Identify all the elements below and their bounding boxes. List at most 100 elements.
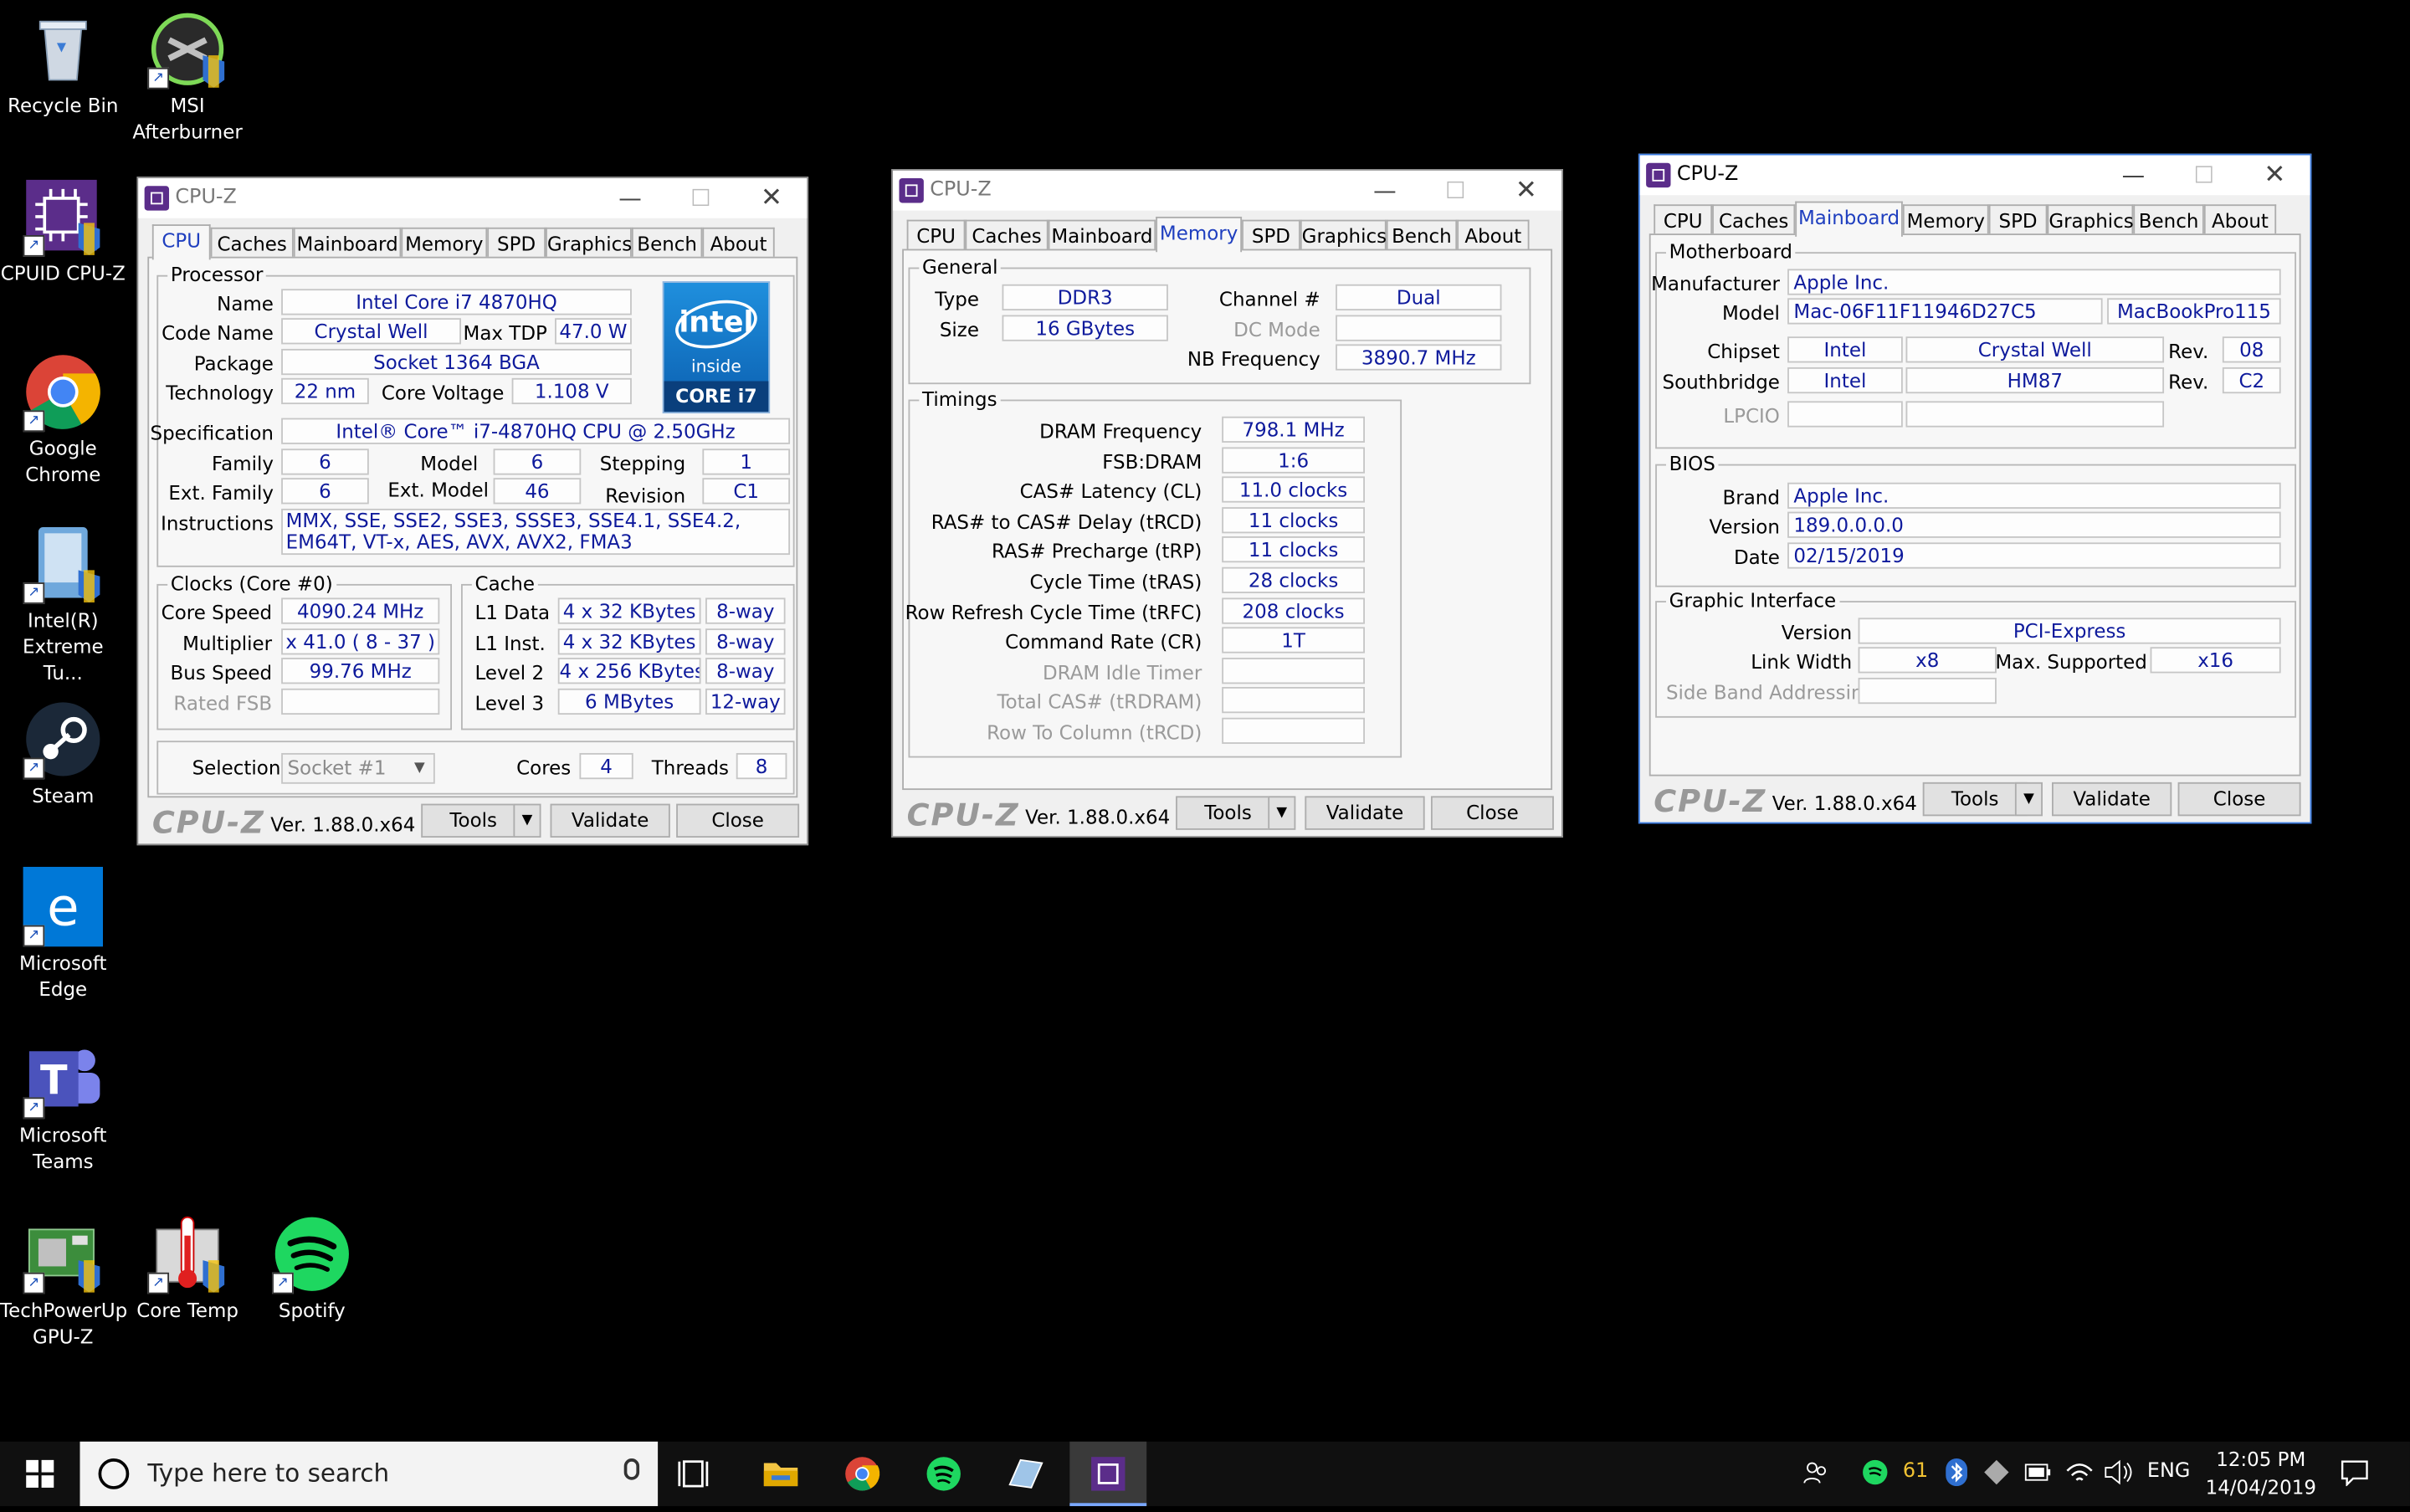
cpuz-window-mainboard[interactable]: CPU-Z — ☐ ✕ CPU Caches Mainboard Memory … <box>1638 153 2312 824</box>
close-button[interactable]: Close <box>676 803 800 838</box>
tools-dropdown-button[interactable]: ▼ <box>1268 796 1296 830</box>
tab-spd[interactable]: SPD <box>1988 204 2048 236</box>
wifi-icon[interactable] <box>2064 1458 2095 1492</box>
microphone-icon[interactable] <box>623 1458 640 1480</box>
tools-dropdown-button[interactable]: ▼ <box>513 803 541 838</box>
language-indicator[interactable]: ENG <box>2147 1460 2190 1484</box>
maximize-button[interactable]: ☐ <box>665 178 736 218</box>
taskbar-search-box[interactable]: Type here to search <box>79 1441 659 1506</box>
task-view-button[interactable] <box>658 1442 735 1506</box>
timing-value: 28 clocks <box>1222 566 1365 593</box>
tools-dropdown-button[interactable]: ▼ <box>2014 782 2043 817</box>
taskbar-file-explorer[interactable] <box>742 1442 819 1506</box>
desktop-icon-google-chrome[interactable]: ↗ Google Chrome <box>0 352 126 488</box>
cpuz-window-cpu[interactable]: CPU-Z — ☐ ✕ CPU Caches Mainboard Memory … <box>136 177 809 846</box>
tab-caches[interactable]: Caches <box>210 227 294 259</box>
validate-button[interactable]: Validate <box>1305 796 1425 830</box>
validate-button[interactable]: Validate <box>2051 782 2172 817</box>
tab-cpu[interactable]: CPU <box>151 224 211 260</box>
desktop-icon-msi-afterburner[interactable]: ↗ MSI Afterburner <box>125 9 251 145</box>
bluetooth-icon[interactable] <box>1944 1458 1968 1492</box>
tools-button[interactable]: Tools <box>1922 782 2028 817</box>
tab-cpu[interactable]: CPU <box>1654 204 1713 236</box>
tab-graphics[interactable]: Graphics <box>546 227 632 259</box>
tab-about[interactable]: About <box>1457 219 1530 251</box>
tab-graphics[interactable]: Graphics <box>2047 204 2134 236</box>
tab-mainboard[interactable]: Mainboard <box>293 227 402 259</box>
volume-icon[interactable] <box>2103 1458 2134 1492</box>
tab-memory[interactable]: Memory <box>1902 204 1989 236</box>
tray-spotify-icon[interactable] <box>1861 1458 1889 1492</box>
tab-caches[interactable]: Caches <box>965 219 1049 251</box>
tray-app-icon[interactable] <box>1982 1458 2010 1492</box>
close-window-button[interactable]: ✕ <box>736 178 807 218</box>
socket-select[interactable]: Socket #1 ▼ <box>281 752 435 784</box>
taskbar-app[interactable] <box>987 1442 1064 1506</box>
desktop-icon-techpowerup-gpuz[interactable]: ↗ TechPowerUp GPU-Z <box>0 1214 127 1350</box>
maximize-button[interactable]: ☐ <box>2169 156 2239 196</box>
tab-memory[interactable]: Memory <box>401 227 488 259</box>
close-window-button[interactable]: ✕ <box>2239 156 2310 196</box>
timing-label: RAS# to CAS# Delay (tRCD) <box>931 510 1202 533</box>
minimize-button[interactable]: — <box>2098 156 2168 196</box>
close-window-button[interactable]: ✕ <box>1491 171 1561 211</box>
tools-button[interactable]: Tools <box>1176 796 1280 830</box>
tab-spd[interactable]: SPD <box>487 227 546 259</box>
people-icon[interactable] <box>1802 1458 1829 1492</box>
l1data-label: L1 Data <box>474 601 551 624</box>
desktop-icon-steam[interactable]: ↗ Steam <box>0 700 126 808</box>
general-group: General Type DDR3 Size 16 GBytes Channel… <box>908 254 1531 385</box>
close-button[interactable]: Close <box>1430 796 1554 830</box>
tab-mainboard[interactable]: Mainboard <box>1048 219 1156 251</box>
dcmode-label: DC Mode <box>1233 318 1320 341</box>
southbridge-rev-label: Rev. <box>2168 370 2209 394</box>
desktop-icon-recycle-bin[interactable]: Recycle Bin <box>0 9 126 118</box>
taskbar-cpu-z[interactable] <box>1069 1441 1147 1506</box>
clock[interactable]: 12:05 PM 14/04/2019 <box>2201 1446 2320 1501</box>
cpuz-window-memory[interactable]: CPU-Z — ☐ ✕ CPU Caches Mainboard Memory … <box>891 169 1563 838</box>
tab-about[interactable]: About <box>702 227 775 259</box>
desktop-icon-spotify[interactable]: ↗ Spotify <box>249 1214 376 1323</box>
desktop-icon-cpuid-cpuz[interactable]: ↗ CPUID CPU-Z <box>0 177 126 285</box>
taskbar-chrome[interactable] <box>823 1442 900 1506</box>
maximize-button[interactable]: ☐ <box>1420 171 1490 211</box>
tab-bench[interactable]: Bench <box>2133 204 2204 236</box>
tools-button[interactable]: Tools <box>421 803 526 838</box>
minimize-button[interactable]: — <box>1350 171 1420 211</box>
tab-bench[interactable]: Bench <box>631 227 703 259</box>
title-bar[interactable]: CPU-Z — ☐ ✕ <box>893 170 1562 211</box>
desktop-icon-intel-xtu[interactable]: ↗ Intel(R) Extreme Tu... <box>0 524 126 685</box>
extfamily-value: 6 <box>281 478 369 505</box>
title-bar[interactable]: CPU-Z — ☐ ✕ <box>138 178 808 218</box>
start-button[interactable] <box>0 1442 80 1506</box>
sideband-value <box>1858 677 1997 705</box>
tab-memory[interactable]: Memory <box>1156 216 1243 253</box>
brand-label: Brand <box>1722 485 1780 509</box>
tab-bench[interactable]: Bench <box>1386 219 1458 251</box>
minimize-button[interactable]: — <box>595 178 665 218</box>
desktop-icon-label: Intel(R) Extreme Tu... <box>22 608 104 684</box>
nbfreq-label: NB Frequency <box>1187 347 1320 371</box>
cpu-z-icon <box>899 178 924 203</box>
tab-spd[interactable]: SPD <box>1242 219 1300 251</box>
title-bar[interactable]: CPU-Z — ☐ ✕ <box>1639 155 2310 196</box>
tab-cpu[interactable]: CPU <box>906 219 966 251</box>
tab-caches[interactable]: Caches <box>1712 204 1796 236</box>
version-label: Version <box>1709 515 1780 538</box>
tray-temperature-badge[interactable]: 61 <box>1903 1460 1928 1484</box>
spotify-icon: ↗ <box>272 1214 352 1294</box>
timings-group[interactable]: Timings DRAM Frequency 798.1 MHz FSB:DRAM 1… <box>905 387 1402 758</box>
taskbar-spotify[interactable] <box>905 1442 982 1506</box>
desktop-icon-core-temp[interactable]: ↗ Core Temp <box>125 1214 251 1323</box>
battery-icon[interactable] <box>2023 1458 2054 1492</box>
tab-mainboard[interactable]: Mainboard <box>1795 201 1903 237</box>
desktop-icon-microsoft-edge[interactable]: e ↗ Microsoft Edge <box>0 866 126 1002</box>
tab-about[interactable]: About <box>2203 204 2277 236</box>
notifications-icon[interactable] <box>2339 1458 2370 1492</box>
nbfreq-value: 3890.7 MHz <box>1336 344 1502 371</box>
desktop-icon-microsoft-teams[interactable]: T ↗ Microsoft Teams <box>0 1039 126 1175</box>
close-button[interactable]: Close <box>2177 782 2301 817</box>
tab-graphics[interactable]: Graphics <box>1300 219 1387 251</box>
timing-value: 208 clocks <box>1222 597 1365 623</box>
validate-button[interactable]: Validate <box>550 803 670 838</box>
